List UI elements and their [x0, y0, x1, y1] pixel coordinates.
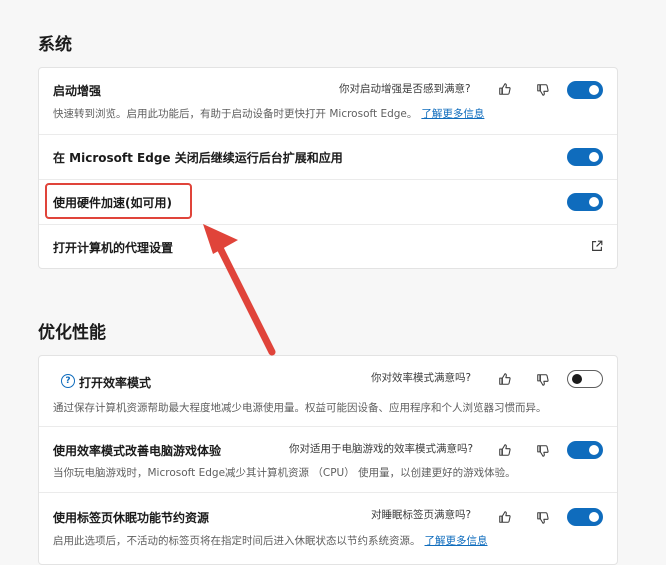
thumbs-up-icon[interactable] [497, 442, 513, 458]
system-settings-card: 启动增强 你对启动增强是否感到满意? 快速转到浏览。启用此功能后，有助于启动设备… [38, 67, 618, 269]
startup-boost-toggle[interactable] [567, 81, 603, 99]
sleeping-tabs-row: 使用标签页休眠功能节约资源 对睡眠标签页满意吗? 启用此选项后，不活动的标签页将… [39, 493, 617, 553]
hardware-acceleration-toggle[interactable] [567, 193, 603, 211]
thumbs-down-icon[interactable] [535, 372, 551, 388]
section-title-performance: 优化性能 [38, 323, 106, 343]
sleeping-tabs-description: 启用此选项后，不活动的标签页将在指定时间后进入休眠状态以节约系统资源。 了解更多信… [53, 533, 488, 548]
efficiency-mode-toggle[interactable] [567, 370, 603, 388]
thumbs-down-icon[interactable] [535, 510, 551, 526]
sleeping-tabs-learn-more-link[interactable]: 了解更多信息 [425, 535, 488, 547]
background-apps-title: 在 Microsoft Edge 关闭后继续运行后台扩展和应用 [53, 151, 343, 165]
gaming-efficiency-row: 使用效率模式改善电脑游戏体验 你对适用于电脑游戏的效率模式满意吗? 当你玩电脑游… [39, 427, 617, 491]
startup-boost-desc-text: 快速转到浏览。启用此功能后，有助于启动设备时更快打开 Microsoft Edg… [53, 108, 418, 120]
startup-boost-feedback-question: 你对启动增强是否感到满意? [339, 83, 471, 95]
efficiency-mode-feedback-question: 你对效率模式满意吗? [371, 372, 472, 384]
efficiency-mode-title: 打开效率模式 [79, 376, 152, 390]
sleeping-tabs-feedback-question: 对睡眠标签页满意吗? [371, 509, 472, 521]
question-mark-icon[interactable]: ? [61, 374, 75, 388]
sleeping-tabs-toggle[interactable] [567, 508, 603, 526]
thumbs-down-icon[interactable] [535, 443, 551, 459]
gaming-efficiency-title: 使用效率模式改善电脑游戏体验 [53, 444, 222, 458]
sleeping-tabs-title: 使用标签页休眠功能节约资源 [53, 511, 210, 525]
startup-boost-title: 启动增强 [53, 84, 102, 98]
thumbs-up-icon[interactable] [497, 371, 513, 387]
sleeping-tabs-desc-text: 启用此选项后，不活动的标签页将在指定时间后进入休眠状态以节约系统资源。 [53, 535, 421, 547]
proxy-settings-title: 打开计算机的代理设置 [53, 241, 174, 255]
startup-boost-learn-more-link[interactable]: 了解更多信息 [421, 108, 484, 120]
proxy-settings-row[interactable]: 打开计算机的代理设置 [39, 225, 617, 269]
thumbs-up-icon[interactable] [497, 81, 513, 97]
performance-settings-card: ? 打开效率模式 你对效率模式满意吗? 通过保存计算机资源帮助最大程度地减少电源… [38, 355, 618, 565]
startup-boost-row: 启动增强 你对启动增强是否感到满意? 快速转到浏览。启用此功能后，有助于启动设备… [39, 68, 617, 134]
gaming-efficiency-toggle[interactable] [567, 441, 603, 459]
thumbs-up-icon[interactable] [497, 509, 513, 525]
thumbs-down-icon[interactable] [535, 82, 551, 98]
efficiency-mode-row: ? 打开效率模式 你对效率模式满意吗? 通过保存计算机资源帮助最大程度地减少电源… [39, 356, 617, 424]
gaming-efficiency-feedback-question: 你对适用于电脑游戏的效率模式满意吗? [289, 443, 474, 455]
annotation-highlight-box [45, 183, 192, 219]
section-title-system: 系统 [38, 35, 72, 55]
gaming-efficiency-description: 当你玩电脑游戏时，Microsoft Edge减少其计算机资源 （CPU） 使用… [53, 467, 516, 479]
background-apps-toggle[interactable] [567, 148, 603, 166]
background-apps-row: 在 Microsoft Edge 关闭后继续运行后台扩展和应用 [39, 135, 617, 179]
startup-boost-description: 快速转到浏览。启用此功能后，有助于启动设备时更快打开 Microsoft Edg… [53, 106, 484, 121]
efficiency-mode-description: 通过保存计算机资源帮助最大程度地减少电源使用量。权益可能因设备、应用程序和个人浏… [53, 402, 547, 414]
external-link-icon[interactable] [589, 238, 605, 254]
